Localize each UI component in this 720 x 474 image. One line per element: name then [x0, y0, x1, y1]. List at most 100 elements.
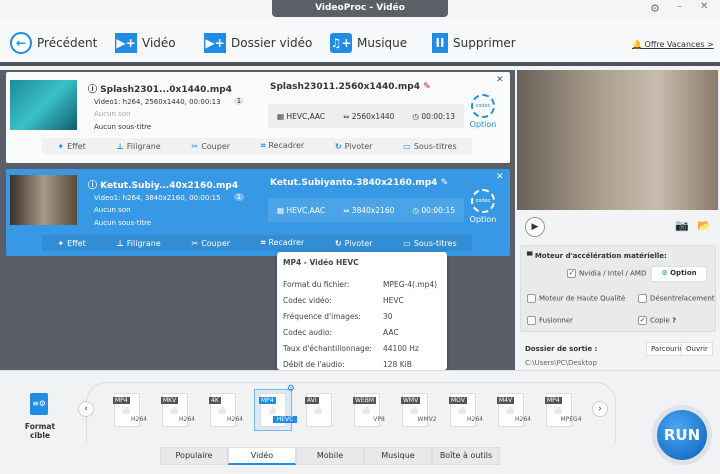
- tooltip-row: Format du fichier: MPEG-4(.mp4): [283, 276, 441, 292]
- add-music-label: Musique: [357, 36, 408, 50]
- format-item[interactable]: MOV ✇ H264: [446, 393, 483, 431]
- video-track-info[interactable]: Video1: h264, 3840x2160, 00:00:15: [94, 194, 221, 202]
- format-file-icon: WMV ✇ WMV2: [401, 393, 437, 427]
- cut-button[interactable]: ✂ Couper: [192, 239, 231, 248]
- duration-info: ◷ 00:00:13: [412, 111, 455, 121]
- cut-button[interactable]: ✂ Couper: [192, 142, 231, 151]
- audio-track[interactable]: Aucun son: [94, 206, 131, 214]
- duration-info: ◷ 00:00:15: [412, 205, 455, 215]
- checkbox-checked[interactable]: ✓: [638, 316, 647, 325]
- format-tag: MKV: [161, 397, 179, 404]
- arrow-left-icon: ←: [10, 32, 32, 54]
- crop-button[interactable]: ⌗ Recadrer: [261, 238, 304, 248]
- merge-checkbox[interactable]: Fusionner: [527, 316, 573, 325]
- codec-option-button[interactable]: codec Option: [468, 94, 498, 129]
- run-button[interactable]: RUN: [652, 405, 712, 465]
- settings-gear-icon[interactable]: ⚙: [650, 2, 660, 15]
- subtitle-track[interactable]: Aucun sous-titre: [94, 123, 151, 131]
- checkbox[interactable]: [527, 294, 536, 303]
- tab-toolbox[interactable]: Boîte à outils: [432, 447, 500, 465]
- tooltip-value: 44100 Hz: [383, 343, 419, 353]
- rotate-button[interactable]: ↻ Pivoter: [335, 142, 373, 151]
- track-count-badge: 1: [234, 97, 244, 105]
- audio-track[interactable]: Aucun son: [94, 110, 131, 118]
- close-window-button[interactable]: ✕: [700, 1, 708, 12]
- remove-file-button[interactable]: ✕: [496, 75, 504, 85]
- watermark-button[interactable]: ⊥ Filigrane: [116, 239, 160, 248]
- target-format-button[interactable]: ≡⚙ Format cible: [14, 393, 66, 440]
- format-item[interactable]: WEBM ✇ VP8: [350, 393, 385, 431]
- open-folder-icon[interactable]: 📂: [697, 219, 711, 232]
- hw-accel-title: ▀ Moteur d'accélération matérielle:: [527, 252, 667, 260]
- format-item[interactable]: WMV ✇ WMV2: [398, 393, 437, 431]
- cut-label: Couper: [201, 238, 231, 248]
- format-item[interactable]: M4V ✇ H264: [494, 393, 531, 431]
- add-video-button[interactable]: ▶+ Vidéo: [115, 30, 176, 56]
- output-folder-label: Dossier de sortie :: [525, 345, 598, 353]
- subtitle-track[interactable]: Aucun sous-titre: [94, 219, 151, 227]
- pencil-icon[interactable]: ✎: [423, 82, 431, 92]
- tab-music[interactable]: Musique: [364, 447, 432, 465]
- output-filename[interactable]: Splash23011.2560x1440.mp4 ✎: [270, 82, 431, 92]
- output-filename[interactable]: Ketut.Subiyanto.3840x2160.mp4 ✎: [270, 178, 448, 188]
- hw-option-button[interactable]: ⚙ Option: [651, 266, 707, 282]
- format-tooltip: MP4 - Vidéo HEVC Format du fichier: MPEG-…: [277, 252, 447, 370]
- tab-popular[interactable]: Populaire: [160, 447, 228, 465]
- file-card[interactable]: ⓘ Splash2301...0x1440.mp4 Video1: h264, …: [6, 72, 510, 163]
- tooltip-row: Taux d'échantillonnage: 44100 Hz: [283, 340, 441, 356]
- format-item[interactable]: MP4 ✇ H264: [110, 393, 147, 431]
- format-item[interactable]: MKV ✇ H264: [158, 393, 195, 431]
- minimize-button[interactable]: –: [677, 1, 682, 12]
- subtitles-button[interactable]: ▭ Sous-titres: [403, 239, 456, 248]
- help-icon[interactable]: ?: [672, 317, 676, 325]
- output-info: ▦ HEVC,AAC ⇔ 3840x2160 ◷ 00:00:15: [268, 198, 464, 222]
- play-button[interactable]: ▶: [525, 217, 545, 237]
- watermark-label: Filigrane: [126, 238, 161, 248]
- tooltip-label: Format du fichier:: [283, 279, 350, 289]
- video-preview[interactable]: [517, 70, 718, 210]
- file-card-selected[interactable]: ⓘ Ketut.Subiy...40x2160.mp4 Video1: h264…: [6, 169, 510, 256]
- format-codec: H264: [515, 416, 531, 423]
- copy-checkbox[interactable]: ✓ Copie ?: [638, 316, 676, 325]
- codec-option-button[interactable]: codec Option: [468, 189, 498, 224]
- format-item[interactable]: 4K ✇ H264: [206, 393, 243, 431]
- snapshot-camera-icon[interactable]: 📷: [675, 219, 689, 232]
- delete-button[interactable]: II Supprimer: [432, 30, 516, 56]
- promo-link[interactable]: 🔔 Offre Vacances >: [632, 40, 714, 49]
- output-folder-path: C:\Users\PC\Desktop: [525, 359, 597, 367]
- effect-button[interactable]: ✦ Effet: [57, 142, 85, 151]
- add-music-button[interactable]: ♫+ Musique: [330, 30, 407, 56]
- tab-mobile[interactable]: Mobile: [296, 447, 364, 465]
- tooltip-row: Fréquence d'images: 30: [283, 308, 441, 324]
- scroll-right-button[interactable]: ›: [592, 401, 608, 417]
- checkbox-checked[interactable]: ✓: [567, 269, 576, 278]
- format-tag: WMV: [401, 397, 421, 404]
- format-item[interactable]: AVI ✇: [302, 393, 336, 431]
- format-settings-gear-icon[interactable]: ⚙: [287, 384, 295, 394]
- watermark-button[interactable]: ⊥ Filigrane: [116, 142, 160, 151]
- tooltip-value: 128 KiB: [383, 359, 412, 369]
- duration-text: 00:00:13: [421, 111, 455, 121]
- add-folder-button[interactable]: ▶+ Dossier vidéo: [204, 30, 312, 56]
- back-button[interactable]: ← Précédent: [10, 30, 97, 56]
- hw-accel-checkbox[interactable]: ✓ Nvidia / Intel / AMD: [567, 269, 646, 278]
- rotate-button[interactable]: ↻ Pivoter: [335, 239, 373, 248]
- tab-video[interactable]: Vidéo: [228, 447, 296, 465]
- pencil-icon[interactable]: ✎: [441, 178, 449, 188]
- checkbox[interactable]: [638, 294, 647, 303]
- deinterlace-checkbox[interactable]: Désentrelacement: [638, 294, 715, 303]
- format-item[interactable]: MP4 ✇ HEVC ⚙: [254, 384, 297, 431]
- effect-button[interactable]: ✦ Effet: [57, 239, 85, 248]
- high-quality-checkbox[interactable]: Moteur de Haute Qualité: [527, 294, 625, 303]
- subtitles-button[interactable]: ▭ Sous-titres: [403, 142, 456, 151]
- tooltip-label: Fréquence d'images:: [283, 311, 361, 321]
- format-item[interactable]: MP4 ✇ MPEG4: [542, 393, 582, 431]
- subtitles-label: Sous-titres: [413, 238, 457, 248]
- format-file-icon: MKV ✇ H264: [161, 393, 195, 427]
- open-button[interactable]: Ouvrir: [681, 342, 713, 356]
- crop-button[interactable]: ⌗ Recadrer: [261, 141, 304, 151]
- scroll-left-button[interactable]: ‹: [78, 401, 94, 417]
- remove-file-button[interactable]: ✕: [496, 172, 504, 182]
- video-track-info[interactable]: Video1: h264, 2560x1440, 00:00:13: [94, 98, 221, 106]
- checkbox[interactable]: [527, 316, 536, 325]
